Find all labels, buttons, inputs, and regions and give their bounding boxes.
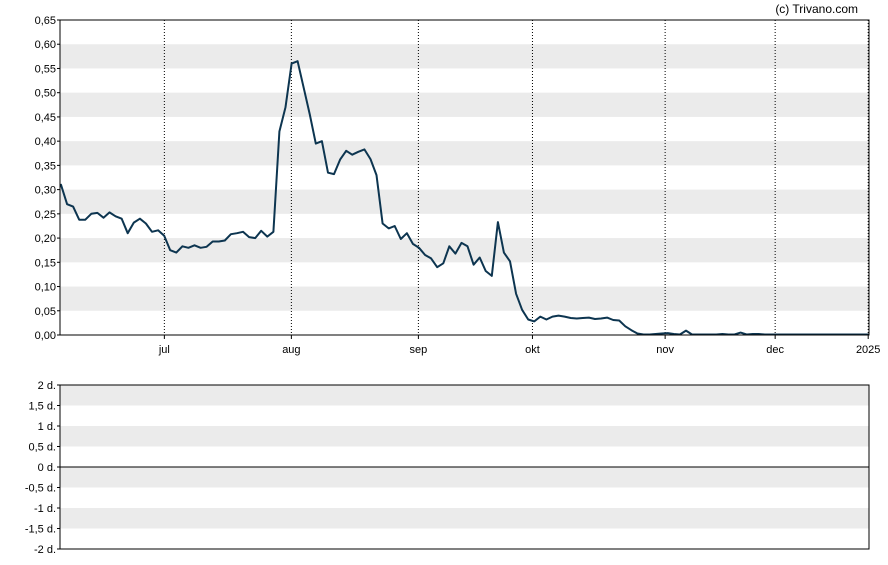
lower-grid-band [60, 467, 869, 488]
price-y-tick-label: 0,50 [35, 88, 56, 100]
credit-label: (c) Trivano.com [775, 2, 858, 16]
price-y-tick-label: 0,30 [35, 185, 56, 197]
price-y-tick-label: 0,35 [35, 160, 56, 172]
price-x-tick-label: 2025 [856, 344, 880, 356]
lower-y-tick-label: 1,5 d. [28, 401, 56, 413]
price-x-tick-label: okt [525, 344, 540, 356]
price-y-tick-label: 0,00 [35, 330, 56, 342]
lower-y-tick-label: 1 d. [38, 421, 56, 433]
price-x-tick-label: jul [158, 344, 170, 356]
lower-grid-band [60, 508, 869, 529]
lower-y-tick-label: -1,5 d. [25, 524, 56, 536]
price-y-tick-label: 0,25 [35, 209, 56, 221]
price-y-axis: 0,00 0,05 0,10 0,15 0,20 0,25 0,30 0,35 0,40 0,45… [35, 15, 60, 342]
price-x-tick-label: dec [766, 344, 784, 356]
price-y-tick-label: 0,60 [35, 39, 56, 51]
stock-chart: (c) Trivano.com 0,00 0,05 0,10 0,15 0,20 0,25… [25, 2, 881, 556]
lower-y-tick-label: 0 d. [38, 462, 56, 474]
lower-grid-band [60, 426, 869, 447]
price-y-tick-label: 0,15 [35, 257, 56, 269]
price-x-tick-label: nov [656, 344, 674, 356]
price-grid-band [60, 189, 869, 214]
price-y-tick-label: 0,40 [35, 136, 56, 148]
lower-grid-band [60, 385, 869, 406]
lower-y-tick-label: -2 d. [34, 544, 56, 556]
price-grid-band [60, 141, 869, 166]
price-y-tick-label: 0,10 [35, 282, 56, 294]
price-x-axis: jul aug sep okt nov dec 2025 [158, 335, 880, 356]
price-panel: 0,00 0,05 0,10 0,15 0,20 0,25 0,30 0,35 0,40 0,45… [35, 15, 881, 356]
price-grid-band [60, 92, 869, 117]
lower-grid-bands [60, 385, 869, 529]
lower-y-tick-label: 2 d. [38, 380, 56, 392]
lower-y-axis: 2 d. 1,5 d. 1 d. 0,5 d. 0 d. -0,5 d. -1 d. -1,5… [25, 380, 60, 556]
price-y-tick-label: 0,45 [35, 112, 56, 124]
lower-panel: 2 d. 1,5 d. 1 d. 0,5 d. 0 d. -0,5 d. -1 d. -1,5… [25, 380, 870, 556]
lower-y-tick-label: -1 d. [34, 503, 56, 515]
price-x-tick-label: aug [282, 344, 300, 356]
price-y-tick-label: 0,55 [35, 63, 56, 75]
price-y-tick-label: 0,05 [35, 306, 56, 318]
price-grid-band [60, 238, 869, 263]
lower-y-tick-label: 0,5 d. [28, 442, 56, 454]
price-y-tick-label: 0,20 [35, 233, 56, 245]
price-grid-band [60, 44, 869, 69]
lower-y-tick-label: -0,5 d. [25, 483, 56, 495]
price-y-tick-label: 0,65 [35, 15, 56, 27]
price-grid-bands [60, 44, 869, 311]
price-grid-band [60, 286, 869, 311]
price-x-tick-label: sep [410, 344, 428, 356]
